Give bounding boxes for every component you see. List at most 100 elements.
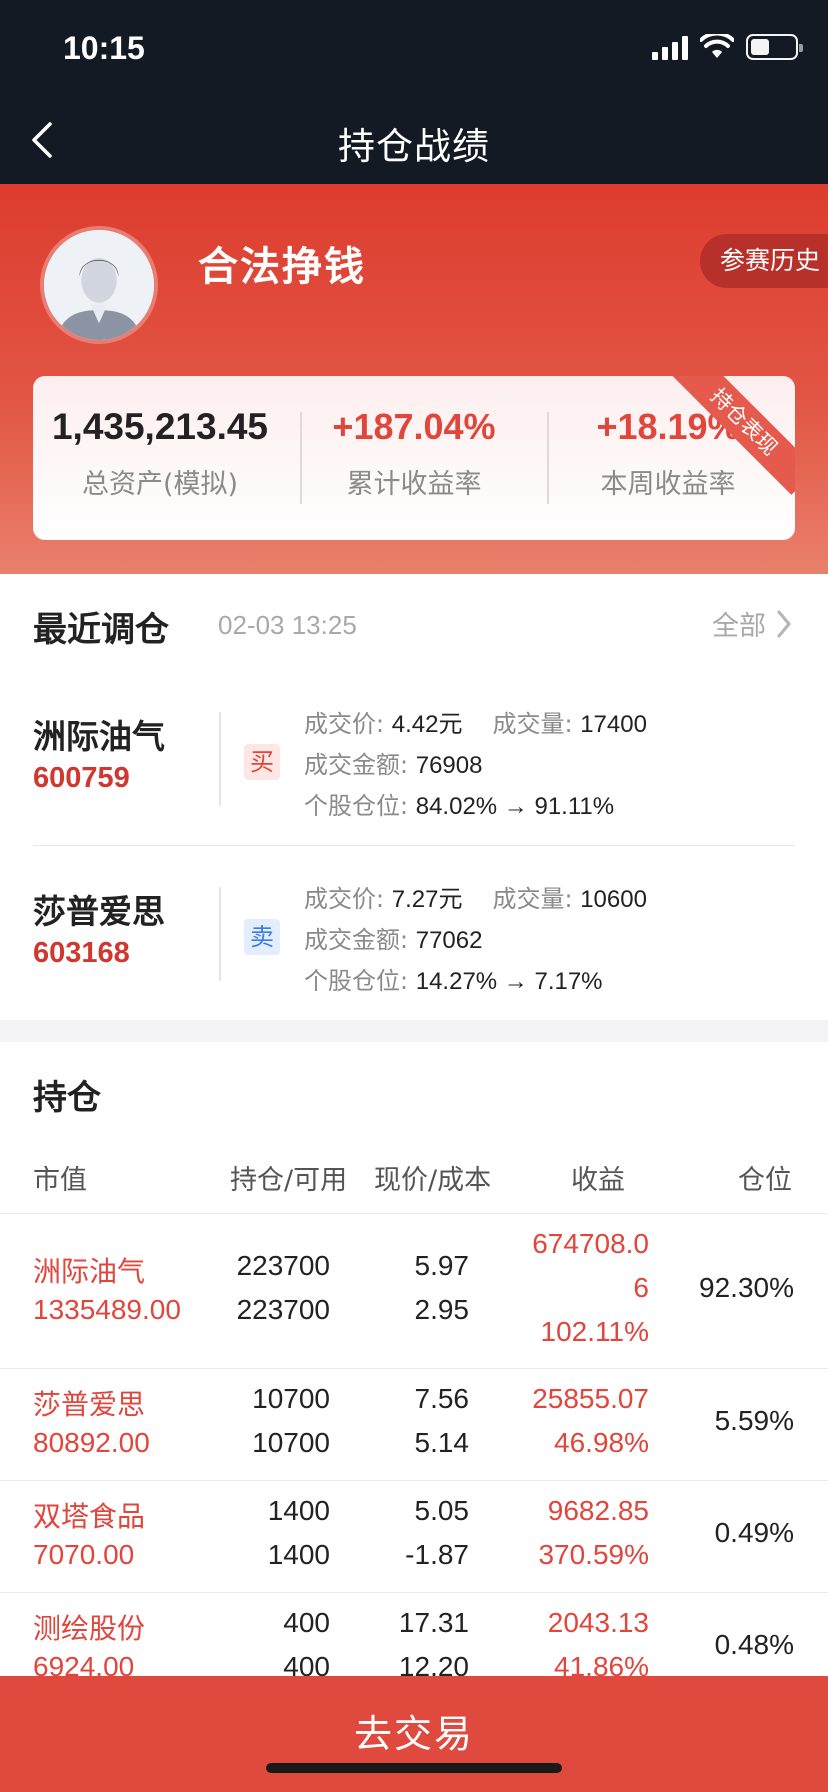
chevron-right-icon [777, 610, 791, 637]
holding-market-value: 80892.00 [33, 1427, 150, 1458]
column-hold-available: 持仓/可用 [230, 1165, 348, 1196]
holding-available: 10700 [252, 1427, 330, 1458]
trade-stock-code: 603168 [33, 937, 130, 969]
amount-value: 76908 [415, 752, 483, 779]
avatar[interactable] [40, 226, 158, 344]
column-price-cost: 现价/成本 [374, 1165, 492, 1196]
holding-available: 1400 [267, 1539, 330, 1570]
holding-profit: 2043.13 [547, 1607, 649, 1638]
holding-profit: 9682.85 [547, 1495, 649, 1526]
holding-profit-pct: 46.98% [554, 1427, 649, 1458]
column-profit: 收益 [571, 1165, 625, 1196]
holding-row[interactable]: 双塔食品 7070.00 1400 1400 5.05 -1.87 9682.8… [0, 1480, 828, 1592]
holding-profit: 25855.07 [532, 1383, 649, 1414]
volume-label: 成交量: [492, 710, 573, 738]
column-weight: 仓位 [738, 1165, 792, 1196]
trade-stock-code: 600759 [33, 762, 130, 794]
go-trade-button[interactable]: 去交易 [0, 1676, 828, 1792]
weekly-return-label: 本周收益率 [600, 469, 736, 500]
amount-value: 77062 [415, 927, 483, 954]
trade-stock-name: 洲际油气 [33, 717, 165, 756]
position-value: 84.02% → 91.11% [415, 793, 615, 820]
wifi-icon [700, 34, 734, 58]
holding-current-price: 5.97 [414, 1250, 470, 1281]
amount-label: 成交金额: [304, 751, 409, 779]
holding-current-price: 5.05 [414, 1495, 470, 1526]
holding-market-value: 7070.00 [33, 1539, 135, 1570]
holding-quantity: 10700 [252, 1383, 330, 1414]
trade-position-change: 个股仓位: 14.27% → 7.17% [304, 961, 603, 996]
holding-available: 223700 [236, 1294, 330, 1325]
holding-profit-wrap: 6 [633, 1272, 649, 1303]
holding-profit: 674708.0 [532, 1228, 649, 1259]
stats-card: 1,435,213.45 总资产(模拟) +187.04% 累计收益率 +18.… [33, 376, 795, 540]
holding-quantity: 223700 [236, 1250, 330, 1281]
trade-item[interactable]: 莎普爱思 603168 卖 成交价: 7.27元 成交量: 10600 成交金额:… [33, 853, 795, 1017]
view-all-link[interactable]: 全部 [712, 604, 792, 643]
volume-label: 成交量: [492, 885, 573, 913]
holding-quantity: 1400 [267, 1495, 330, 1526]
sell-badge: 卖 [244, 919, 280, 955]
default-user-icon [44, 230, 154, 340]
cellular-signal-icon [652, 34, 688, 60]
divider [219, 712, 221, 806]
trade-item[interactable]: 洲际油气 600759 买 成交价: 4.42元 成交量: 17400 成交金额:… [33, 678, 795, 842]
stat-total-assets: 1,435,213.45 总资产(模拟) [33, 406, 287, 501]
holding-weight: 92.30% [699, 1272, 794, 1303]
holding-row[interactable]: 洲际油气 1335489.00 223700 223700 5.97 2.95 … [0, 1213, 828, 1368]
recent-trades-time: 02-03 13:25 [218, 610, 357, 640]
trade-price-volume: 成交价: 4.42元 成交量: 17400 [304, 704, 647, 739]
price-label: 成交价: [304, 885, 385, 913]
holding-current-price: 17.31 [398, 1607, 469, 1638]
holding-weight: 0.49% [714, 1517, 794, 1548]
price-value: 4.42元 [391, 711, 463, 738]
position-label: 个股仓位: [304, 792, 409, 820]
trade-amount: 成交金额: 76908 [304, 745, 482, 780]
holding-weight: 5.59% [714, 1405, 794, 1436]
holdings-title: 持仓 [33, 1078, 101, 1118]
view-all-label: 全部 [712, 611, 766, 642]
recent-trades-title: 最近调仓 [33, 610, 169, 650]
holding-current-price: 7.56 [414, 1383, 470, 1414]
divider [219, 887, 221, 981]
holding-profit-pct: 102.11% [540, 1316, 649, 1347]
column-market-value: 市值 [33, 1165, 87, 1196]
profile-header: 合法挣钱 参赛历史 1,435,213.45 总资产(模拟) +187.04% … [0, 184, 828, 574]
holding-profit-pct: 370.59% [538, 1539, 649, 1570]
total-assets-value: 1,435,213.45 [51, 406, 269, 447]
trade-position-change: 个股仓位: 84.02% → 91.11% [304, 786, 614, 821]
total-assets-label: 总资产(模拟) [81, 469, 239, 500]
cumulative-return-label: 累计收益率 [346, 469, 482, 500]
cumulative-return-value: +187.04% [332, 406, 496, 447]
position-label: 个股仓位: [304, 967, 409, 995]
volume-value: 17400 [580, 711, 647, 738]
position-value: 14.27% → 7.17% [415, 968, 603, 995]
holding-name: 莎普爱思 [33, 1388, 146, 1421]
divider [33, 845, 795, 846]
holding-name: 双塔食品 [33, 1500, 146, 1533]
holding-quantity: 400 [283, 1607, 330, 1638]
volume-value: 10600 [580, 886, 647, 913]
holding-cost: -1.87 [405, 1539, 469, 1570]
holding-market-value: 1335489.00 [33, 1294, 181, 1325]
holding-cost: 5.14 [414, 1427, 470, 1458]
trade-price-volume: 成交价: 7.27元 成交量: 10600 [304, 879, 647, 914]
holding-row[interactable]: 莎普爱思 80892.00 10700 10700 7.56 5.14 2585… [0, 1368, 828, 1480]
holding-cost: 2.95 [414, 1294, 470, 1325]
holding-weight: 0.48% [714, 1629, 794, 1660]
trade-amount: 成交金额: 77062 [304, 920, 482, 955]
battery-icon [746, 34, 803, 60]
home-indicator [266, 1763, 562, 1773]
page-title: 持仓战绩 [338, 125, 490, 168]
holding-name: 测绘股份 [33, 1612, 146, 1645]
stat-cumulative-return: +187.04% 累计收益率 [287, 406, 541, 501]
section-separator [0, 1020, 828, 1042]
price-label: 成交价: [304, 710, 385, 738]
amount-label: 成交金额: [304, 926, 409, 954]
top-bar: 10:15 持仓战绩 [0, 0, 828, 184]
trade-stock-name: 莎普爱思 [33, 892, 165, 931]
competition-history-button[interactable]: 参赛历史 [699, 234, 828, 288]
status-icons [652, 34, 803, 60]
holding-name: 洲际油气 [33, 1255, 146, 1288]
username: 合法挣钱 [198, 244, 366, 290]
